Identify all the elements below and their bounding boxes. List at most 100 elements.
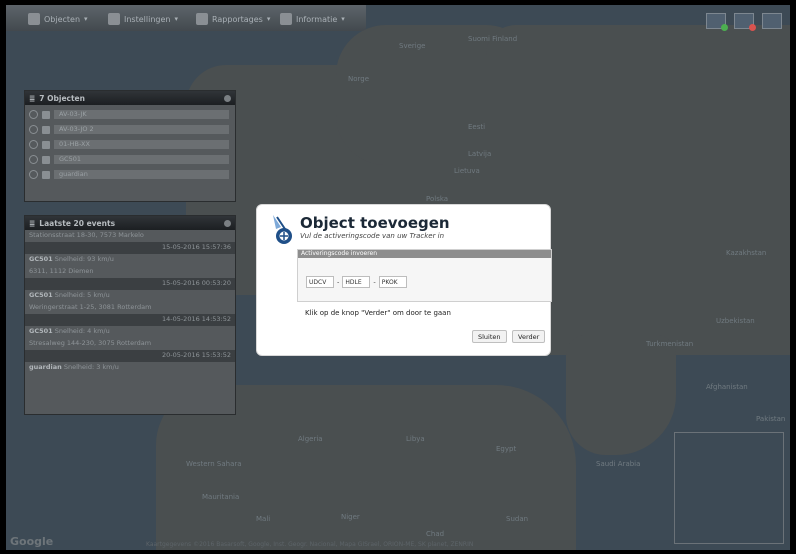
code-separator: - (337, 278, 340, 286)
menu-objecten[interactable]: Objecten ▾ (28, 12, 88, 26)
code-separator: - (373, 278, 376, 286)
map-label: Suomi Finland (468, 35, 518, 43)
event-speed[interactable]: guardian Snelheid: 3 km/u (25, 362, 235, 374)
map-label: Turkmenistan (646, 340, 694, 348)
code-field-3[interactable] (378, 276, 407, 288)
add-screen-icon[interactable] (706, 13, 728, 31)
event-speed-value: Snelheid: 3 km/u (63, 363, 119, 371)
map-label: Saudi Arabia (596, 460, 641, 468)
map-label: Libya (406, 435, 425, 443)
menu-label: Informatie (296, 14, 338, 24)
list-item[interactable]: AV-03-JO 2 (29, 124, 229, 135)
activation-code-box: Activeringscode invoeren - - (297, 249, 552, 302)
collapse-icon[interactable] (224, 219, 231, 227)
radio-button[interactable] (29, 110, 38, 119)
event-time: 14-05-2016 14:53:52 (25, 314, 235, 326)
map-label: Sudan (506, 515, 529, 523)
list-icon: ≣ (29, 218, 36, 228)
car-icon (28, 13, 40, 25)
car-icon (42, 155, 50, 164)
dialog-message: Klik op de knop "Verder" om door te gaan (305, 309, 451, 317)
overview-minimap[interactable] (674, 432, 784, 544)
wrench-icon (108, 13, 120, 25)
menu-instellingen[interactable]: Instellingen ▾ (108, 12, 178, 26)
person-icon (42, 170, 50, 179)
event-object-name: GC501 (29, 327, 53, 335)
list-item[interactable]: GC501 (29, 154, 229, 165)
close-button[interactable]: Sluiten (472, 330, 507, 343)
event-speed-value: Snelheid: 5 km/u (54, 291, 110, 299)
event-object-name: GC501 (29, 291, 53, 299)
google-logo: Google (10, 535, 54, 548)
event-address: 6311, 1112 Diemen (29, 267, 94, 275)
event-time: 15-05-2016 15:57:36 (25, 242, 235, 254)
map-label: Eesti (468, 123, 486, 131)
add-object-dialog: Object toevoegen Vul de activeringscode … (256, 204, 552, 356)
list-item[interactable]: AV-03-JK (29, 109, 229, 120)
event-speed[interactable]: GC501 Snelheid: 4 km/u (25, 326, 235, 338)
chevron-down-icon: ▾ (341, 15, 345, 23)
menu-label: Objecten (44, 14, 81, 24)
menu-rapportages[interactable]: Rapportages ▾ (196, 12, 270, 26)
activation-code-row: - - (306, 276, 407, 288)
map-label: Polska (426, 195, 449, 203)
toolbar-right (706, 13, 782, 31)
map-label: Lietuva (454, 167, 480, 175)
map-label: Mali (256, 515, 271, 523)
radio-button[interactable] (29, 125, 38, 134)
menu-label: Rapportages (212, 14, 263, 24)
chevron-down-icon: ▾ (266, 15, 271, 23)
map-label: Kazakhstan (726, 249, 767, 257)
tracker-logo-icon (273, 215, 292, 244)
events-panel: ≣ Laatste 20 events Stationsstraat 18-30… (24, 215, 236, 415)
code-field-1[interactable] (306, 276, 334, 288)
chevron-down-icon: ▾ (174, 15, 178, 23)
map-label: Uzbekistan (716, 317, 755, 325)
code-field-2[interactable] (342, 276, 371, 288)
events-panel-title: Laatste 20 events (39, 218, 116, 228)
event-object-name: GC501 (29, 255, 53, 263)
event-time: 15-05-2016 00:53:20 (25, 278, 235, 290)
event-address: Stationsstraat 18-30, 7573 Markelo (29, 231, 144, 239)
map-label: Algeria (298, 435, 323, 443)
event-address: Weringerstraat 1-25, 3081 Rotterdam (29, 303, 152, 311)
dialog-title: Object toevoegen (300, 214, 450, 232)
event-speed[interactable]: GC501 Snelheid: 93 km/u (25, 254, 235, 266)
objects-panel-header[interactable]: ≣ 7 Objecten (25, 91, 235, 105)
dialog-subtitle: Vul de activeringscode van uw Tracker in (300, 232, 445, 240)
radio-button[interactable] (29, 155, 38, 164)
map-label: Chad (426, 530, 445, 538)
remove-screen-icon[interactable] (734, 13, 756, 31)
event-speed-value: Snelheid: 93 km/u (54, 255, 114, 263)
list-item[interactable]: 01-HB-XX (29, 139, 229, 150)
menu-informatie[interactable]: Informatie ▾ (280, 12, 345, 26)
multi-screen-icon[interactable] (762, 13, 782, 29)
list-icon: ≣ (29, 93, 36, 103)
car-icon (42, 110, 50, 119)
object-label: guardian (54, 170, 229, 179)
map-label: Western Sahara (186, 460, 242, 468)
report-icon (196, 13, 208, 25)
event-object-name: guardian (29, 363, 62, 371)
radio-button[interactable] (29, 140, 38, 149)
map-label: Norge (348, 75, 370, 83)
event-speed[interactable]: GC501 Snelheid: 5 km/u (25, 290, 235, 302)
next-button[interactable]: Verder (512, 330, 546, 343)
events-panel-header[interactable]: ≣ Laatste 20 events (25, 216, 235, 230)
map-label: Mauritania (202, 493, 240, 501)
map-label: Sverige (399, 42, 426, 50)
map-attribution: Kaartgegevens ©2016 Basarsoft, Google, I… (146, 541, 474, 548)
top-menu-bar: Objecten ▾ Instellingen ▾ Rapportages ▾ … (6, 5, 366, 31)
event-speed-value: Snelheid: 4 km/u (54, 327, 110, 335)
list-item[interactable]: guardian (29, 169, 229, 180)
object-label: AV-03-JK (54, 110, 229, 119)
event-time: 20-05-2016 15:53:52 (25, 350, 235, 362)
map-label: Afghanistan (706, 383, 748, 391)
map-label: Egypt (496, 445, 517, 453)
objects-panel-title: 7 Objecten (39, 93, 85, 103)
collapse-icon[interactable] (224, 94, 231, 102)
object-label: AV-03-JO 2 (54, 125, 229, 134)
chevron-down-icon: ▾ (84, 15, 88, 23)
radio-button[interactable] (29, 170, 38, 179)
object-label: GC501 (54, 155, 229, 164)
